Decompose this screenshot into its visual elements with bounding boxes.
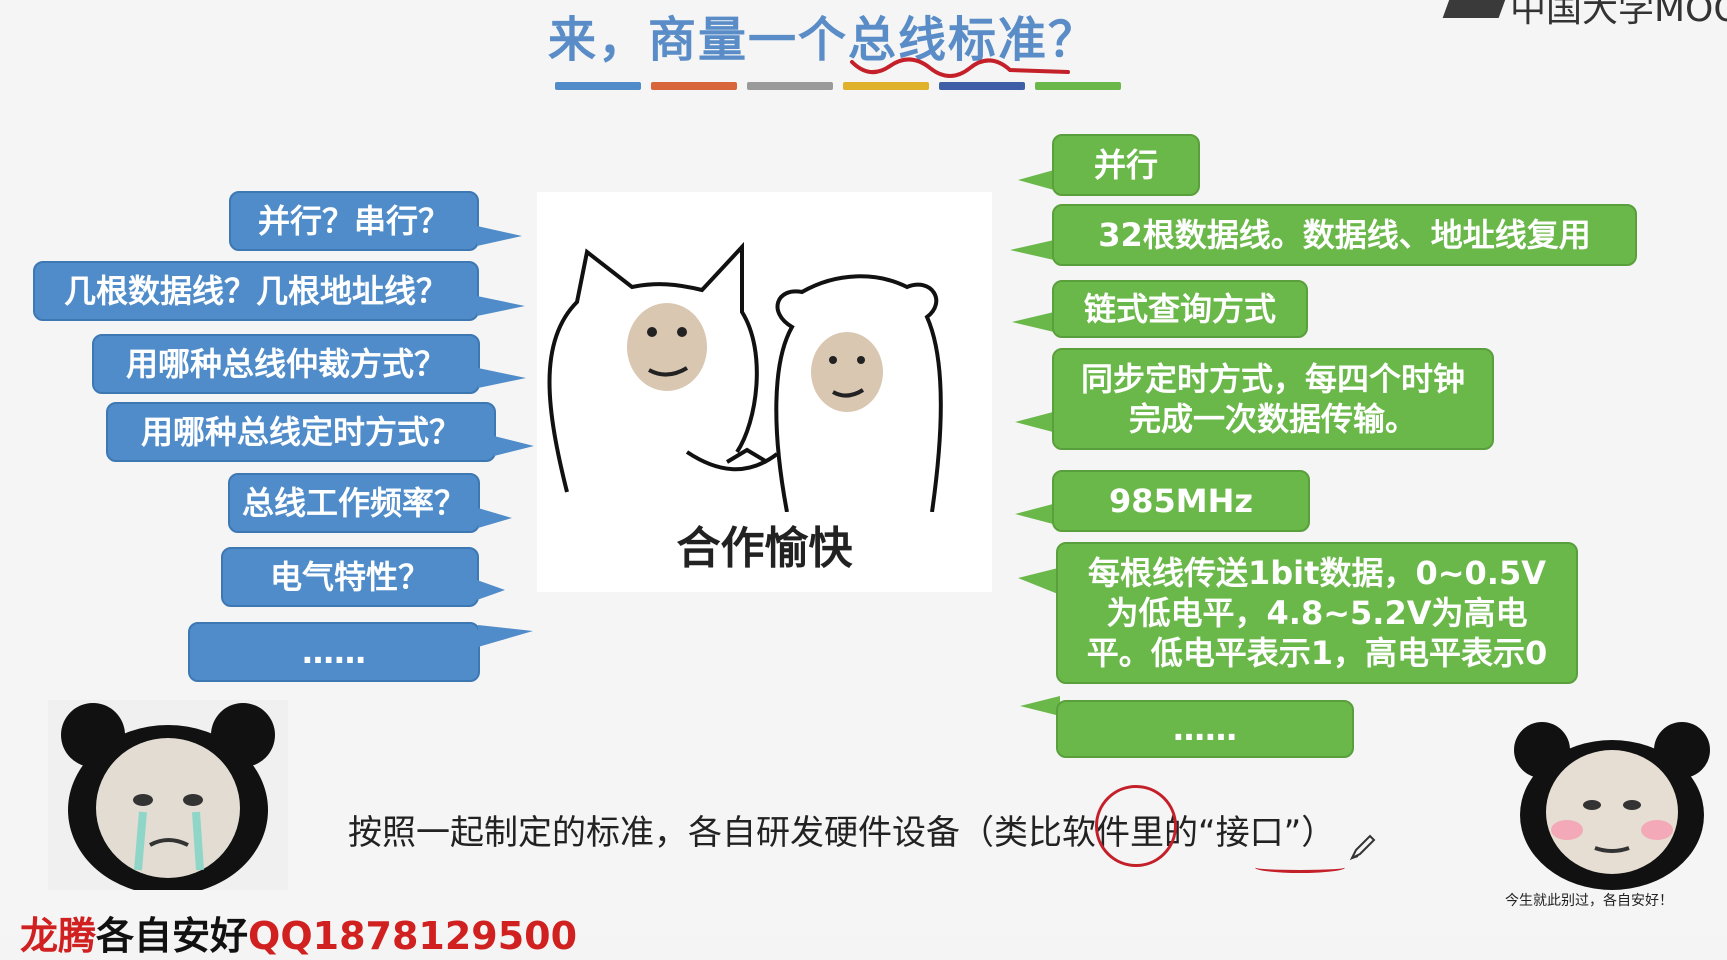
title-bar [939,82,1025,90]
mooc-logo-icon [1442,0,1508,18]
question-text: 并行？串行？ [257,202,450,240]
question-text: 电气特性？ [269,558,430,596]
slide: 中国大学MOOC 来，商量一个总线标准？ 合作愉快 [0,0,1727,958]
bottom-sentence: 按照一起制定的标准，各自研发硬件设备（类比软件里的“接口”） [348,813,1336,853]
answer-bubble: 同步定时方式，每四个时钟完成一次数据传输。 [1052,348,1494,450]
bubble-tail [477,226,522,246]
answer-bubble: 每根线传送1bit数据，0~0.5V为低电平，4.8~5.2V为高电平。低电平表… [1056,542,1578,684]
bubble-tail [1010,240,1054,260]
question-bubble: 电气特性？ [221,547,479,607]
question-bubble: 用哪种总线定时方式？ [106,402,496,462]
bubble-tail [494,436,534,456]
question-bubble: 总线工作频率？ [228,473,480,533]
crying-panda-meme [48,700,288,890]
question-text: 总线工作频率？ [241,484,466,522]
title-bar [555,82,641,90]
bubble-tail [1015,504,1053,524]
answer-text: …… [1173,710,1237,748]
question-bubble: 用哪种总线仲裁方式？ [92,334,480,394]
answer-bubble: 32根数据线。数据线、地址线复用 [1052,204,1637,266]
title-bar [1035,82,1121,90]
center-caption: 合作愉快 [676,523,853,574]
handshake-illustration [547,241,943,513]
bubble-tail [477,580,505,600]
question-bubble: 并行？串行？ [229,191,479,251]
watermark-overlay: 龙腾各自安好QQ1878129500 [20,905,577,960]
pen-icon [1349,834,1376,861]
bubble-tail [1018,170,1054,190]
bubble-tail [1012,312,1054,332]
question-bubble: 几根数据线？几根地址线？ [33,261,479,321]
bubble-tail [1015,412,1053,432]
bubble-tail [478,625,533,647]
question-text: 用哪种总线定时方式？ [140,413,461,451]
bubble-tail [478,508,512,528]
question-bubble: …… [188,622,480,682]
question-text: 几根数据线？几根地址线？ [63,272,448,310]
bubble-tail [1020,696,1060,716]
answer-text: 985MHz [1108,482,1254,520]
title-underline-scribble [850,57,1070,78]
logo-text: 中国大学MOOC [1510,0,1727,30]
title-bar [843,82,929,90]
question-text: 用哪种总线仲裁方式？ [125,345,446,383]
bubble-tail [478,368,526,388]
annotation-underline [1255,862,1345,873]
answer-text: 32根数据线。数据线、地址线复用 [1098,216,1591,254]
handshake-meme: 合作愉快 [537,192,992,592]
answer-text: 并行 [1093,146,1158,184]
bubble-tail [477,296,525,316]
annotation-circle [1095,785,1177,867]
answer-bubble: …… [1056,700,1354,758]
goodbye-panda-meme [1507,720,1717,890]
overlay-text-dark: 各自安好 [96,914,249,958]
answer-text: 同步定时方式，每四个时钟完成一次数据传输。 [1080,360,1465,438]
overlay-text-red: 龙腾 [20,914,97,958]
title-color-bars [555,82,1121,92]
answer-bubble: 链式查询方式 [1052,280,1308,338]
answer-bubble: 985MHz [1052,470,1310,532]
question-text: …… [302,633,366,671]
answer-bubble: 并行 [1052,134,1200,196]
title-bar [747,82,833,90]
bubble-tail [1018,568,1058,594]
overlay-text-qq: QQ1878129500 [248,914,578,958]
title-bar [651,82,737,90]
panda-caption: 今生就此别过，各自安好！ [1505,893,1673,909]
answer-text: 每根线传送1bit数据，0~0.5V为低电平，4.8~5.2V为高电平。低电平表… [1086,554,1548,672]
answer-text: 链式查询方式 [1083,290,1276,328]
